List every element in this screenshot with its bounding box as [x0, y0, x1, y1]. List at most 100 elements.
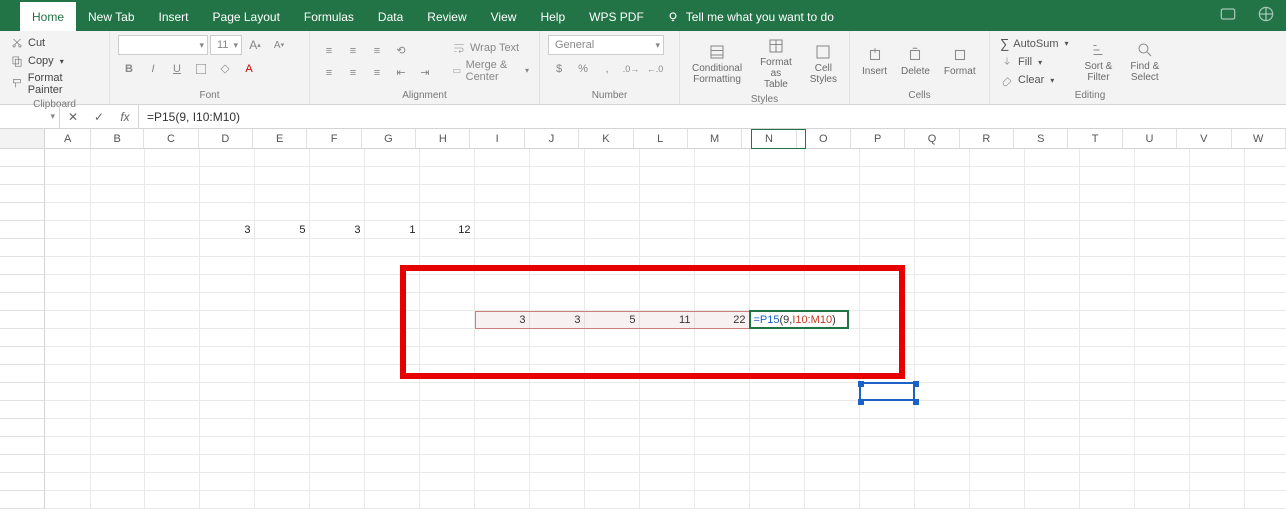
format-cells-button[interactable]: Format — [940, 44, 980, 79]
cell-G13[interactable] — [365, 365, 420, 383]
cell-C10[interactable] — [145, 311, 200, 329]
cell-T11[interactable] — [1080, 329, 1135, 347]
cell-W12[interactable] — [1245, 347, 1286, 365]
cell-J6[interactable] — [530, 239, 585, 257]
cell-I18[interactable] — [475, 455, 530, 473]
cell-I4[interactable] — [475, 203, 530, 221]
cell-D11[interactable] — [200, 329, 255, 347]
cell-D4[interactable] — [200, 203, 255, 221]
cell-S14[interactable] — [1025, 383, 1080, 401]
cell-I15[interactable] — [475, 401, 530, 419]
cell-D12[interactable] — [200, 347, 255, 365]
cell-M20[interactable] — [695, 491, 750, 509]
cell-R20[interactable] — [970, 491, 1025, 509]
cell-E8[interactable] — [255, 275, 310, 293]
cell-C16[interactable] — [145, 419, 200, 437]
cell-S16[interactable] — [1025, 419, 1080, 437]
cell-V13[interactable] — [1190, 365, 1245, 383]
cell-F9[interactable] — [310, 293, 365, 311]
cell-F19[interactable] — [310, 473, 365, 491]
copy-button[interactable]: Copy▾ — [8, 53, 101, 69]
col-header-L[interactable]: L — [634, 129, 688, 148]
cell-O2[interactable] — [805, 167, 860, 185]
cell-G10[interactable] — [365, 311, 420, 329]
cell-K16[interactable] — [585, 419, 640, 437]
wrap-text-button[interactable]: Wrap Text — [450, 40, 531, 56]
cell-P8[interactable] — [860, 275, 915, 293]
cell-S7[interactable] — [1025, 257, 1080, 275]
cell-R15[interactable] — [970, 401, 1025, 419]
cell-L11[interactable] — [640, 329, 695, 347]
cell-styles-button[interactable]: Cell Styles — [806, 41, 841, 87]
cell-H12[interactable] — [420, 347, 475, 365]
cell-G5[interactable]: 1 — [365, 221, 420, 239]
cell-C17[interactable] — [145, 437, 200, 455]
cell-C6[interactable] — [145, 239, 200, 257]
cell-H4[interactable] — [420, 203, 475, 221]
cell-R4[interactable] — [970, 203, 1025, 221]
cell-E17[interactable] — [255, 437, 310, 455]
cell-A10[interactable] — [45, 311, 91, 329]
cell-H11[interactable] — [420, 329, 475, 347]
orientation-button[interactable]: ⟲ — [390, 41, 412, 61]
cell-U12[interactable] — [1135, 347, 1190, 365]
italic-button[interactable]: I — [142, 59, 164, 79]
cell-A15[interactable] — [45, 401, 91, 419]
col-header-D[interactable]: D — [199, 129, 253, 148]
cell-F18[interactable] — [310, 455, 365, 473]
cell-R6[interactable] — [970, 239, 1025, 257]
cell-A7[interactable] — [45, 257, 91, 275]
tab-data[interactable]: Data — [366, 2, 415, 31]
cell-M5[interactable] — [695, 221, 750, 239]
cell-R5[interactable] — [970, 221, 1025, 239]
cell-P19[interactable] — [860, 473, 915, 491]
cell-K10[interactable]: 5 — [585, 311, 640, 329]
cell-O15[interactable] — [805, 401, 860, 419]
cell-S9[interactable] — [1025, 293, 1080, 311]
cell-J5[interactable] — [530, 221, 585, 239]
cell-P13[interactable] — [860, 365, 915, 383]
cell-H5[interactable]: 12 — [420, 221, 475, 239]
cell-A18[interactable] — [45, 455, 91, 473]
cell-W17[interactable] — [1245, 437, 1286, 455]
cell-Q14[interactable] — [915, 383, 970, 401]
cell-J14[interactable] — [530, 383, 585, 401]
cell-W19[interactable] — [1245, 473, 1286, 491]
cell-T5[interactable] — [1080, 221, 1135, 239]
cell-G17[interactable] — [365, 437, 420, 455]
cell-K6[interactable] — [585, 239, 640, 257]
cell-L19[interactable] — [640, 473, 695, 491]
format-as-table-button[interactable]: Format as Table — [752, 35, 800, 92]
cell-P17[interactable] — [860, 437, 915, 455]
cell-I10[interactable]: 3 — [475, 311, 530, 329]
cell-U9[interactable] — [1135, 293, 1190, 311]
cell-K20[interactable] — [585, 491, 640, 509]
cell-I3[interactable] — [475, 185, 530, 203]
row-header-6[interactable] — [0, 239, 45, 257]
col-header-A[interactable]: A — [45, 129, 90, 148]
cell-J11[interactable] — [530, 329, 585, 347]
font-size-select[interactable]: 11 — [210, 35, 242, 55]
percent-format-button[interactable]: % — [572, 59, 594, 79]
cell-J20[interactable] — [530, 491, 585, 509]
cell-Q16[interactable] — [915, 419, 970, 437]
cell-N12[interactable] — [750, 347, 805, 365]
cell-S11[interactable] — [1025, 329, 1080, 347]
cell-M17[interactable] — [695, 437, 750, 455]
cell-S1[interactable] — [1025, 149, 1080, 167]
cell-T17[interactable] — [1080, 437, 1135, 455]
cell-U20[interactable] — [1135, 491, 1190, 509]
cell-P11[interactable] — [860, 329, 915, 347]
cell-E3[interactable] — [255, 185, 310, 203]
col-header-S[interactable]: S — [1014, 129, 1068, 148]
cell-B3[interactable] — [91, 185, 145, 203]
cell-C12[interactable] — [145, 347, 200, 365]
cell-L2[interactable] — [640, 167, 695, 185]
bold-button[interactable]: B — [118, 59, 140, 79]
cell-Q15[interactable] — [915, 401, 970, 419]
cell-L7[interactable] — [640, 257, 695, 275]
cell-A4[interactable] — [45, 203, 91, 221]
cell-E2[interactable] — [255, 167, 310, 185]
cell-P14[interactable] — [860, 383, 915, 401]
cell-D10[interactable] — [200, 311, 255, 329]
